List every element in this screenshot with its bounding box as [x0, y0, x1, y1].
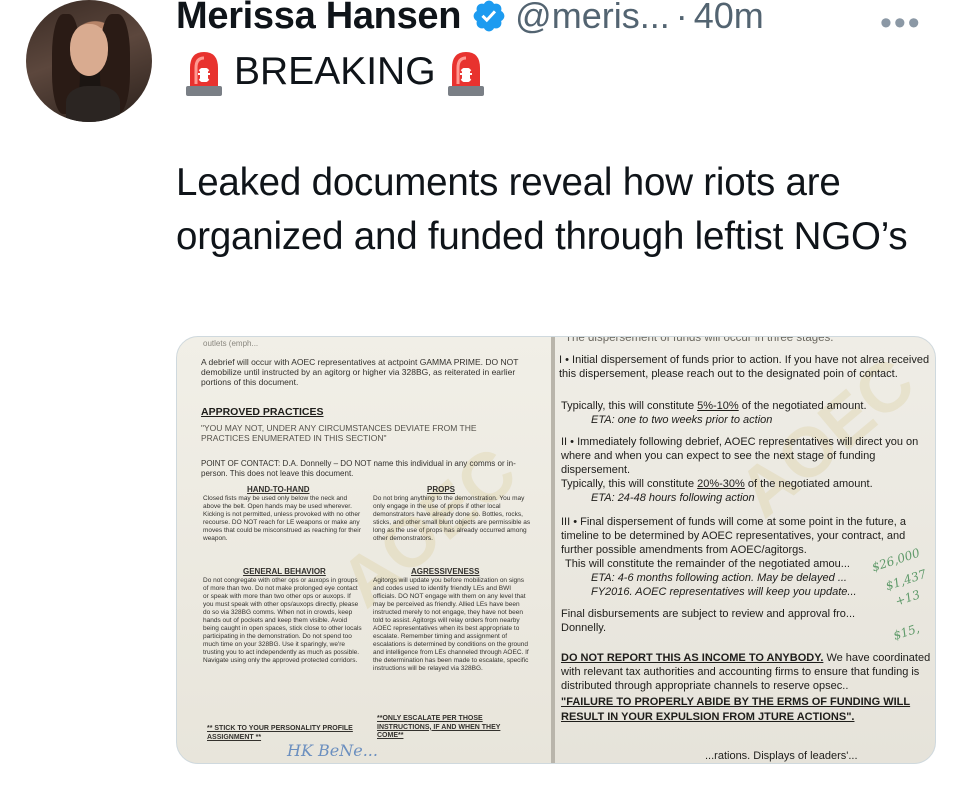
- author-avatar[interactable]: [26, 0, 152, 122]
- doc-left-aggr-end: **ONLY ESCALATE PER THOSE INSTRUCTIONS, …: [377, 715, 501, 739]
- doc-right-final: Final disbursements are subject to revie…: [561, 608, 856, 634]
- post-header: Merissa Hansen @meris... · 40m: [176, 0, 764, 38]
- doc-right-stage-3-fy: FY2016. AOEC representatives will keep y…: [591, 586, 857, 598]
- doc-right-stage-1-typical: Typically, this will constitute 5%-10% o…: [561, 400, 867, 412]
- doc-right-failure-warning: "FAILURE TO PROPERLY ABIDE BY THE ERMS O…: [561, 696, 911, 723]
- doc-right-handwriting: $15,: [891, 621, 922, 643]
- author-name[interactable]: Merissa Hansen: [176, 0, 461, 38]
- separator-dot: ·: [675, 0, 688, 36]
- doc-right-top-cut: The dispersement of funds will occur in …: [565, 337, 834, 344]
- post-timestamp[interactable]: 40m: [694, 0, 764, 37]
- doc-left-props-items: Do not bring anything to the demonstrati…: [373, 495, 531, 542]
- doc-right-stage-2-typical: Typically, this will constitute 20%-30% …: [561, 478, 873, 490]
- doc-left-top-cut: outlets (emph...: [203, 339, 259, 348]
- leaked-document-left: AOEC outlets (emph... A debrief will occ…: [177, 337, 551, 763]
- avatar-clothing: [66, 86, 120, 122]
- doc-left-general-items: Do not congregate with other ops or auxo…: [203, 577, 362, 664]
- doc-left-aggr-heading: AGRESSIVENESS: [411, 567, 480, 576]
- doc-left-intro: A debrief will occur with AOEC represent…: [201, 357, 519, 387]
- doc-left-stick-line: ** STICK TO YOUR PERSONALITY PROFILE ASS…: [207, 725, 353, 741]
- avatar-face: [70, 24, 108, 76]
- doc-right-bottom-cut: ...rations. Displays of leaders'...: [705, 750, 858, 762]
- verified-badge-icon[interactable]: [471, 0, 507, 34]
- doc-right-stage-3-remainder: This will constitute the remainder of th…: [565, 558, 850, 570]
- doc-right-handwriting: +13: [893, 587, 922, 609]
- doc-left-aggr-items: Agitorgs will update you before mobiliza…: [373, 577, 529, 672]
- doc-left-general-heading: GENERAL BEHAVIOR: [243, 567, 326, 576]
- author-handle[interactable]: @meris...: [515, 0, 670, 37]
- post-media-image[interactable]: AOEC outlets (emph... A debrief will occ…: [176, 336, 936, 764]
- doc-right-stage-1-eta: ETA: one to two weeks prior to action: [591, 414, 773, 426]
- siren-emoji-icon: [186, 52, 222, 96]
- doc-left-poc: POINT OF CONTACT: D.A. Donnelly – DO NOT…: [201, 459, 516, 478]
- doc-right-stage-1: I • Initial dispersement of funds prior …: [559, 354, 930, 380]
- doc-right-stage-3-eta: ETA: 4-6 months following action. May be…: [591, 572, 847, 584]
- doc-left-warning: "YOU MAY NOT, UNDER ANY CIRCUMSTANCES DE…: [201, 423, 477, 443]
- doc-right-stage-2: II • Immediately following debrief, AOEC…: [561, 436, 919, 476]
- doc-right-stage-2-eta: ETA: 24-48 hours following action: [591, 492, 755, 504]
- doc-right-stage-3: III • Final dispersement of funds will c…: [561, 516, 907, 556]
- breaking-label: BREAKING: [234, 50, 436, 93]
- leaked-document-right: AOEC The dispersement of funds will occu…: [555, 337, 935, 763]
- breaking-line: BREAKING: [182, 46, 488, 98]
- doc-left-props-heading: PROPS: [427, 485, 456, 494]
- doc-left-hand-heading: HAND-TO-HAND: [247, 485, 310, 494]
- siren-emoji-icon: [447, 52, 484, 96]
- post-body-text: Leaked documents reveal how riots are or…: [176, 161, 908, 258]
- doc-left-hand-items: Closed fists may be used only below the …: [203, 495, 361, 542]
- doc-right-handwriting: $1,437: [883, 566, 929, 594]
- more-options-icon[interactable]: •••: [880, 4, 922, 43]
- doc-left-approved-heading: APPROVED PRACTICES: [201, 406, 324, 418]
- doc-left-signature: HK BeNe...: [287, 741, 378, 760]
- doc-right-no-report: DO NOT REPORT THIS AS INCOME TO ANYBODY.…: [561, 652, 931, 692]
